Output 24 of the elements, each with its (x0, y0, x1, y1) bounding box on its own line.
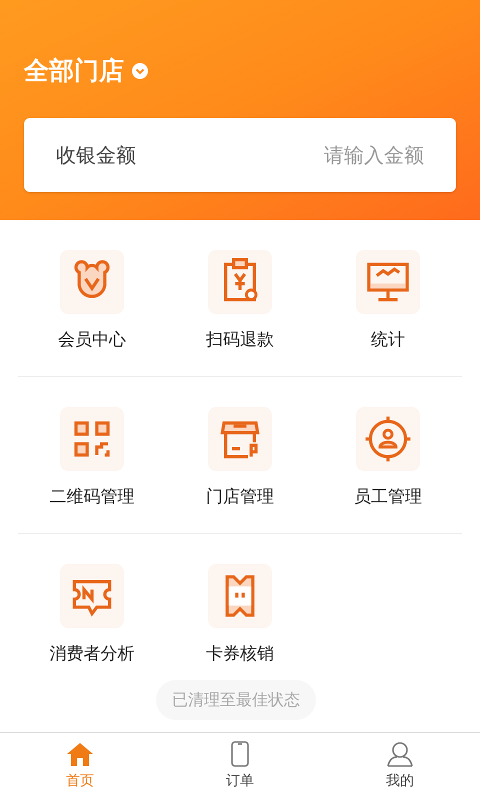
tab-label[interactable]: 我的 (386, 771, 414, 792)
person-icon[interactable] (386, 741, 414, 767)
amount-label: 收银金额 (56, 142, 136, 169)
qr-code-icon[interactable] (60, 407, 124, 471)
feature-label[interactable]: 消费者分析 (50, 642, 134, 668)
feature-label[interactable]: 会员中心 (58, 328, 126, 354)
speech-bubble-icon[interactable] (60, 564, 124, 628)
feature-label[interactable]: 员工管理 (354, 485, 422, 510)
feature-label[interactable]: 二维码管理 (50, 485, 134, 510)
feature-label[interactable]: 卡券核销 (206, 642, 274, 668)
chevron-down-icon[interactable] (132, 63, 148, 79)
person-target-icon[interactable] (356, 407, 420, 471)
feature-label[interactable]: 统计 (371, 328, 405, 354)
monitor-icon[interactable] (356, 250, 420, 314)
amount-input[interactable]: 请输入金额 (224, 140, 424, 170)
storefront-icon[interactable] (208, 407, 272, 471)
clipboard-icon[interactable] (208, 250, 272, 314)
toast: 已清理至最佳状态 (156, 680, 316, 720)
tab-label[interactable]: 订单 (226, 771, 254, 792)
feature-label[interactable]: 门店管理 (206, 485, 274, 510)
home-icon[interactable] (66, 741, 94, 767)
feature-label[interactable]: 扫码退款 (206, 328, 274, 354)
phone-icon[interactable] (229, 741, 251, 767)
ticket-icon[interactable] (208, 564, 272, 628)
